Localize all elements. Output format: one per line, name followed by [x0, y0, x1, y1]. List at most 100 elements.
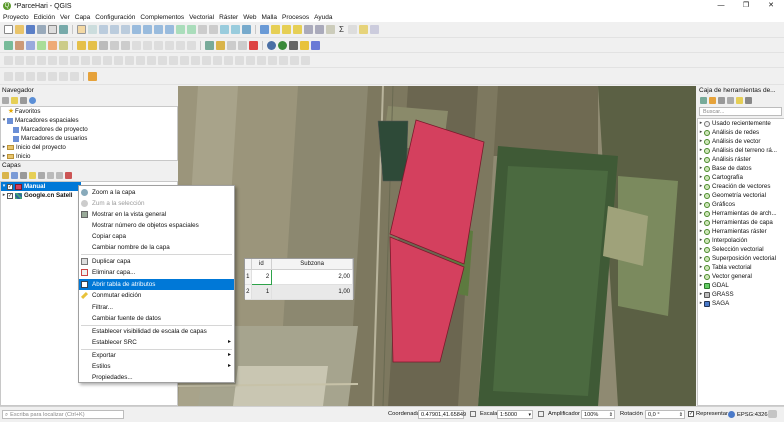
menu-item-filter[interactable]: Filtrar...: [79, 302, 234, 313]
toolbox-item[interactable]: ▸ Herramientas de capa: [698, 218, 784, 227]
locator-search-input[interactable]: ⌕ Escriba para localizar (Ctrl+K): [2, 410, 124, 419]
circle-icon[interactable]: [257, 55, 266, 65]
plugin-world-icon[interactable]: [278, 40, 287, 50]
menu-item-styles[interactable]: Estilos ▸: [79, 361, 234, 372]
plugin-tool-icon[interactable]: [300, 40, 309, 50]
text-annotation-tool-icon[interactable]: [70, 71, 79, 81]
history-icon[interactable]: [718, 96, 725, 104]
measure-angle-icon[interactable]: [301, 55, 310, 65]
coordinate-field[interactable]: 0.47901,41.65849: [418, 410, 466, 419]
deselect-icon[interactable]: [293, 25, 302, 34]
zoom-rubberband-icon[interactable]: [121, 25, 130, 34]
label-pin-icon[interactable]: [216, 40, 225, 50]
new-virtual-layer-icon[interactable]: [48, 40, 57, 50]
annotation-icon[interactable]: [4, 71, 13, 81]
redo-icon[interactable]: [187, 40, 196, 50]
toolbox-search-input[interactable]: Buscar...: [699, 107, 782, 116]
plugin-extra-icon[interactable]: [311, 40, 320, 50]
filter-icon[interactable]: [11, 96, 18, 104]
new-geopackage-icon[interactable]: [15, 40, 24, 50]
models-icon[interactable]: [700, 96, 707, 104]
identify-icon[interactable]: [260, 25, 269, 34]
save-as-icon[interactable]: [37, 25, 46, 34]
toolbox-item[interactable]: ▸ Vector general: [698, 272, 784, 281]
menu-capa[interactable]: Capa: [75, 14, 91, 21]
cell-id[interactable]: 1: [251, 284, 273, 300]
form-annotation-icon[interactable]: [26, 71, 35, 81]
refresh-icon[interactable]: [2, 96, 9, 104]
merge-features-icon[interactable]: [147, 55, 156, 65]
zoom-in-icon[interactable]: [99, 25, 108, 34]
column-header-id[interactable]: id: [251, 259, 273, 270]
visibility-icon[interactable]: [20, 171, 27, 179]
tracing-icon[interactable]: [15, 55, 24, 65]
collapse-icon[interactable]: [20, 96, 27, 104]
toolbox-item[interactable]: ▸ Análisis del terreno rá...: [698, 146, 784, 155]
nav-item-marcadores-usuarios[interactable]: Marcadores de usuarios: [1, 134, 177, 143]
menu-item-zoom-layer[interactable]: Zoom a la capa: [79, 187, 234, 198]
move-annotation-icon[interactable]: [59, 71, 68, 81]
toolbox-item[interactable]: ▸ Geometría vectorial: [698, 191, 784, 200]
toolbox-item[interactable]: ▸ Selección vectorial: [698, 245, 784, 254]
select-value-icon[interactable]: [282, 25, 291, 34]
cut-features-icon[interactable]: [143, 40, 152, 50]
field-calculator-icon[interactable]: [315, 25, 324, 34]
toolbox-item[interactable]: ▸ Superposición vectorial: [698, 254, 784, 263]
reverse-line-icon[interactable]: [191, 55, 200, 65]
nav-item-favoritos[interactable]: ★ Favoritos: [1, 107, 177, 116]
pan-to-selection-icon[interactable]: [88, 25, 97, 34]
label-show-icon[interactable]: [227, 40, 236, 50]
regular-shape-icon[interactable]: [246, 55, 255, 65]
copy-features-icon[interactable]: [154, 40, 163, 50]
menu-item-show-overview[interactable]: Mostrar en la vista general: [79, 209, 234, 220]
processing-toolbox-icon[interactable]: [326, 25, 335, 34]
render-toggle[interactable]: ✓ Representar: [688, 411, 728, 417]
zoom-native-icon[interactable]: [165, 25, 174, 34]
new-map-view-icon[interactable]: [198, 25, 207, 34]
menu-item-duplicate-layer[interactable]: Duplicar capa: [79, 256, 234, 267]
filter-legend-icon[interactable]: [29, 171, 36, 179]
menu-ayuda[interactable]: Ayuda: [314, 14, 332, 21]
cell-subzona[interactable]: 1,00: [271, 284, 353, 300]
menu-item-change-datasource[interactable]: Cambiar fuente de datos: [79, 313, 234, 324]
new-project-icon[interactable]: [4, 25, 13, 34]
menu-complementos[interactable]: Complementos: [140, 14, 184, 21]
add-part-icon[interactable]: [59, 55, 68, 65]
menu-item-export[interactable]: Exportar ▸: [79, 350, 234, 361]
menu-item-toggle-editing[interactable]: Conmutar edición: [79, 290, 234, 301]
zoom-selection-icon[interactable]: [143, 25, 152, 34]
filter-expression-icon[interactable]: [38, 171, 45, 179]
toolbox-item[interactable]: ▸ Interpolación: [698, 236, 784, 245]
attribute-table[interactable]: id Subzona 1 2 2,00 2 1 1,00: [244, 258, 354, 300]
close-button[interactable]: ✕: [762, 0, 780, 12]
menu-item-feature-count[interactable]: Mostrar número de objetos espaciales: [79, 220, 234, 231]
menu-vectorial[interactable]: Vectorial: [189, 14, 214, 21]
menu-edicion[interactable]: Edición: [34, 14, 55, 21]
annotation-dropdown-icon[interactable]: [15, 71, 24, 81]
trim-extend-icon[interactable]: [202, 55, 211, 65]
new-shapefile-icon[interactable]: [26, 40, 35, 50]
results-icon[interactable]: [727, 96, 734, 104]
split-parts-icon[interactable]: [136, 55, 145, 65]
scripts-icon[interactable]: [709, 96, 716, 104]
toolbox-item[interactable]: ▸ GDAL: [698, 281, 784, 290]
vertex-tool-icon[interactable]: [121, 40, 130, 50]
options-icon[interactable]: [745, 96, 752, 104]
new-3d-view-icon[interactable]: [209, 25, 218, 34]
menu-raster[interactable]: Ráster: [219, 14, 238, 21]
save-project-icon[interactable]: [26, 25, 35, 34]
cad-icon[interactable]: [235, 55, 244, 65]
zoom-full-icon[interactable]: [132, 25, 141, 34]
text-annotation-icon[interactable]: [370, 25, 379, 34]
toolbox-item[interactable]: ▸ SAGA: [698, 299, 784, 308]
rotate-symbols-icon[interactable]: [169, 55, 178, 65]
scale-combo[interactable]: 1:5000 ▾: [497, 410, 533, 419]
rotate-feature-icon[interactable]: [26, 55, 35, 65]
merge-attributes-icon[interactable]: [158, 55, 167, 65]
toggle-editing-icon[interactable]: [88, 40, 97, 50]
menu-item-remove-layer[interactable]: Eliminar capa...: [79, 267, 234, 278]
html-annotation-icon[interactable]: [37, 71, 46, 81]
cell-id[interactable]: 2: [250, 268, 273, 285]
simplify-icon[interactable]: [37, 55, 46, 65]
minimize-button[interactable]: —: [712, 0, 730, 12]
